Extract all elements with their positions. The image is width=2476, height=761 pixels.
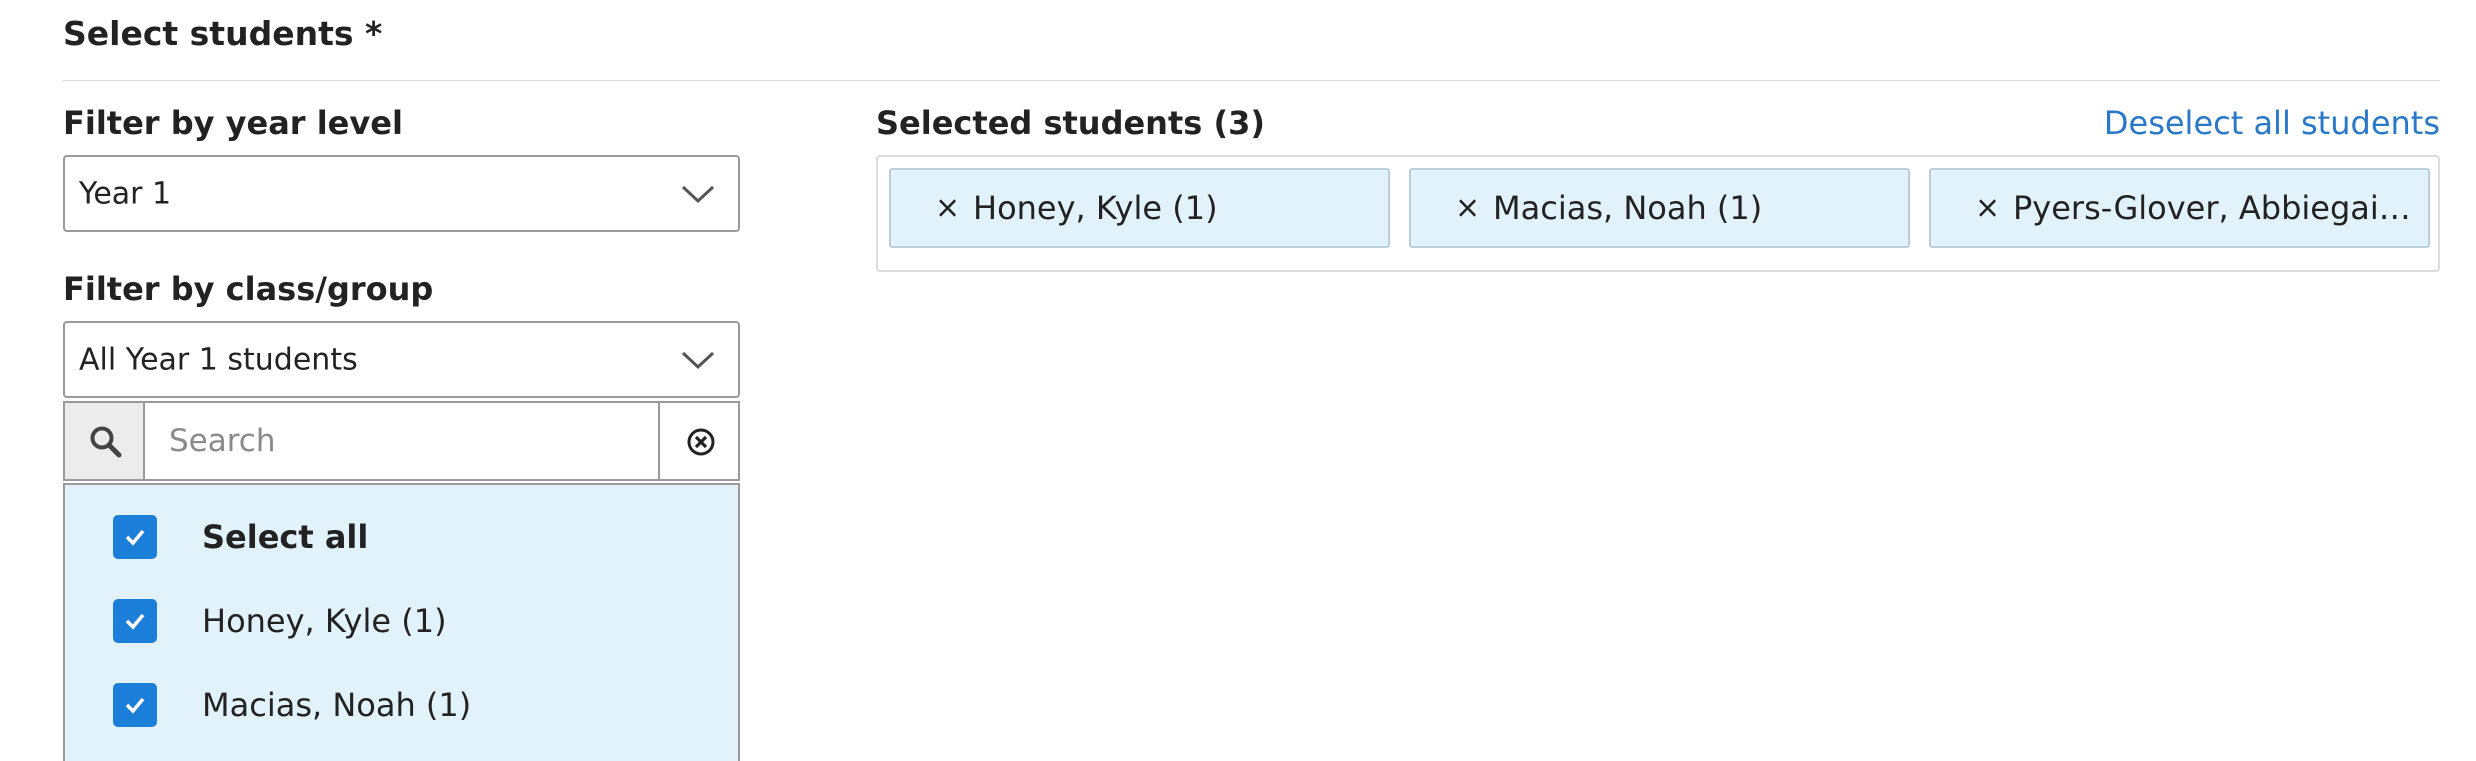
- section-title: Select students *: [63, 14, 383, 53]
- class-filter-label: Filter by class/group: [63, 270, 434, 308]
- student-list: Select all Honey, Kyle (1) Macias, Noah …: [63, 483, 740, 761]
- list-item[interactable]: Macias, Noah (1): [65, 663, 738, 747]
- deselect-all-link[interactable]: Deselect all students: [2104, 104, 2440, 142]
- clear-search-icon[interactable]: [686, 427, 716, 457]
- selected-student-chip: × Honey, Kyle (1): [889, 168, 1390, 248]
- student-checkbox[interactable]: [113, 683, 157, 727]
- chip-label: Macias, Noah (1): [1493, 189, 1763, 227]
- check-icon: [125, 529, 145, 546]
- check-icon: [125, 697, 145, 714]
- student-label: Honey, Kyle (1): [202, 602, 447, 640]
- student-checkbox[interactable]: [113, 599, 157, 643]
- divider: [63, 80, 2440, 81]
- select-all-checkbox[interactable]: [113, 515, 157, 559]
- selected-student-chip: × Pyers-Glover, Abbiegail...: [1929, 168, 2430, 248]
- selected-student-chip: × Macias, Noah (1): [1409, 168, 1910, 248]
- chip-label: Honey, Kyle (1): [973, 189, 1218, 227]
- check-icon: [125, 613, 145, 630]
- year-filter-value: Year 1: [79, 176, 172, 211]
- remove-chip-icon[interactable]: ×: [1975, 191, 2000, 226]
- search-icon: [90, 426, 122, 458]
- selected-students-box: × Honey, Kyle (1) × Macias, Noah (1) × P…: [876, 155, 2440, 272]
- remove-chip-icon[interactable]: ×: [935, 191, 960, 226]
- student-search: [63, 401, 740, 481]
- select-all-item[interactable]: Select all: [65, 495, 738, 579]
- search-input[interactable]: [145, 403, 660, 479]
- select-all-label: Select all: [202, 518, 369, 556]
- student-label: Macias, Noah (1): [202, 686, 472, 724]
- year-filter-select[interactable]: Year 1: [63, 155, 740, 232]
- chevron-down-icon: [681, 185, 715, 203]
- class-filter-value: All Year 1 students: [79, 342, 358, 377]
- year-filter-label: Filter by year level: [63, 104, 403, 142]
- class-filter-select[interactable]: All Year 1 students: [63, 321, 740, 398]
- search-icon-box: [65, 403, 145, 479]
- remove-chip-icon[interactable]: ×: [1455, 191, 1480, 226]
- chevron-down-icon: [681, 351, 715, 369]
- list-item[interactable]: Honey, Kyle (1): [65, 579, 738, 663]
- select-students-page: Select students * Filter by year level Y…: [0, 0, 2476, 761]
- chip-label: Pyers-Glover, Abbiegail...: [2013, 189, 2413, 227]
- selected-students-label: Selected students (3): [876, 104, 1265, 142]
